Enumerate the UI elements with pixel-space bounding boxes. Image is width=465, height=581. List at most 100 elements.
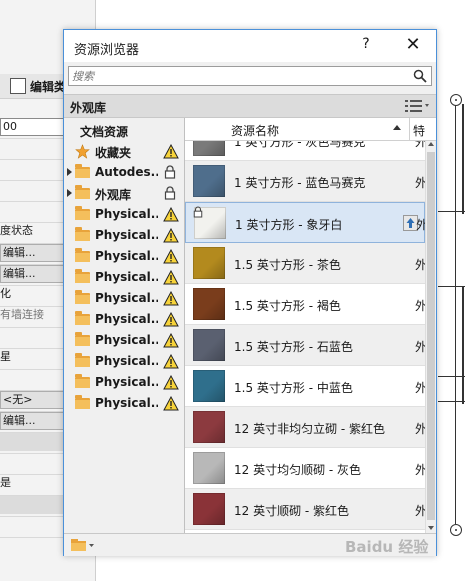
tree-item-label: Physical... <box>95 312 158 326</box>
tree-item[interactable]: Physical... <box>64 330 184 351</box>
lock-icon <box>164 186 176 200</box>
scroll-up-icon[interactable] <box>428 142 434 146</box>
asset-feature: 外 <box>415 381 425 395</box>
material-thumbnail <box>193 493 225 525</box>
asset-row[interactable]: 1.5 英寸方形 - 石蓝色 外 <box>185 325 425 366</box>
asset-feature: 外 <box>415 504 425 518</box>
tree-item-label: Physical... <box>95 228 158 242</box>
tree-header[interactable]: 文档资源 <box>64 120 184 141</box>
asset-name: 12 英寸顺砌 - 紫红色 <box>234 504 350 518</box>
warning-icon <box>163 333 179 348</box>
warning-icon <box>163 291 179 306</box>
material-thumbnail <box>193 411 225 443</box>
asset-table: 资源名称 特 1 英寸方形 - 灰色马赛克外 1 英寸方形 - 蓝色马赛克外 1 英… <box>185 118 436 533</box>
folder-icon <box>75 185 90 199</box>
asset-row[interactable]: 12 英寸非均匀立砌 - 紫红色 外 <box>185 407 425 448</box>
vertical-scrollbar[interactable] <box>425 140 436 533</box>
material-thumbnail <box>193 329 225 361</box>
dialog-title: 资源浏览器 <box>74 43 140 58</box>
asset-row[interactable]: 1 英寸方形 - 蓝色马赛克 外 <box>185 161 425 202</box>
asset-row[interactable]: 1.5 英寸方形 - 褐色 外 <box>185 284 425 325</box>
folder-icon <box>75 248 90 262</box>
lock-icon <box>164 165 176 179</box>
material-thumbnail <box>193 165 225 197</box>
close-button[interactable]: ✕ <box>399 34 427 58</box>
asset-name: 1.5 英寸方形 - 石蓝色 <box>234 340 353 354</box>
material-thumbnail <box>193 247 225 279</box>
search-box[interactable] <box>68 66 432 86</box>
tree-item[interactable]: 外观库 <box>64 183 184 204</box>
tree-item[interactable]: Physical... <box>64 204 184 225</box>
tree-item[interactable]: Physical... <box>64 225 184 246</box>
title-bar[interactable]: 资源浏览器 ? ✕ <box>64 30 436 62</box>
asset-name: 1 英寸方形 - 象牙白 <box>235 218 343 232</box>
asset-feature: 外 <box>415 258 425 272</box>
folder-icon <box>75 374 90 388</box>
asset-feature: 外 <box>415 176 425 190</box>
warning-icon <box>163 270 179 285</box>
star-icon <box>75 144 90 159</box>
library-header: 外观库 <box>64 94 436 118</box>
material-thumbnail <box>193 140 225 156</box>
asset-row[interactable]: 1 英寸方形 - 象牙白 外 <box>185 202 425 243</box>
tree-item-label: 外观库 <box>95 188 132 202</box>
library-tree: 文档资源 收藏夹 Autodes... 外观库 Physical... Physical… <box>64 118 185 533</box>
asset-feature: 外 <box>415 463 425 477</box>
search-icon[interactable] <box>413 69 427 83</box>
tree-item-label: Physical... <box>95 291 158 305</box>
column-header-feature[interactable]: 特 <box>413 122 425 139</box>
tree-item[interactable]: Physical... <box>64 393 184 414</box>
asset-name: 1.5 英寸方形 - 褐色 <box>234 299 341 313</box>
asset-feature: 外 <box>415 299 425 313</box>
warning-icon <box>163 375 179 390</box>
folder-icon <box>75 395 90 409</box>
library-menu-icon[interactable] <box>70 538 96 552</box>
asset-row[interactable]: 12 英寸顺砌 - 紫红色 外 <box>185 489 425 530</box>
folder-icon <box>75 227 90 241</box>
table-header: 资源名称 特 <box>185 118 436 141</box>
expand-arrow-icon[interactable] <box>67 168 72 176</box>
drawing-area <box>438 0 465 581</box>
expand-arrow-icon[interactable] <box>67 189 72 197</box>
tree-item[interactable]: Autodes... <box>64 162 184 183</box>
help-button[interactable]: ? <box>354 36 378 56</box>
grid-bubble-icon <box>450 94 462 106</box>
column-divider[interactable] <box>409 118 410 140</box>
asset-name: 1 英寸方形 - 蓝色马赛克 <box>234 176 366 190</box>
warning-icon <box>163 354 179 369</box>
asset-feature: 外 <box>416 218 425 232</box>
tree-item[interactable]: Physical... <box>64 372 184 393</box>
view-options-icon[interactable] <box>404 98 430 114</box>
scroll-down-icon[interactable] <box>428 526 434 530</box>
tree-item-label: Physical... <box>95 354 158 368</box>
asset-row[interactable]: 1.5 英寸方形 - 中蓝色 外 <box>185 366 425 407</box>
asset-name: 1.5 英寸方形 - 中蓝色 <box>234 381 353 395</box>
asset-browser-dialog: 资源浏览器 ? ✕ 外观库 文档资源 收藏夹 Autodes... 外观库 Physi… <box>63 29 437 556</box>
tree-item[interactable]: Physical... <box>64 351 184 372</box>
asset-name: 12 英寸均匀顺砌 - 灰色 <box>234 463 362 477</box>
tree-item[interactable]: Physical... <box>64 309 184 330</box>
tree-item[interactable]: Physical... <box>64 246 184 267</box>
warning-icon <box>163 144 179 159</box>
folder-icon <box>75 290 90 304</box>
asset-row[interactable]: 12 英寸均匀顺砌 - 灰色 外 <box>185 448 425 489</box>
warning-icon <box>163 312 179 327</box>
material-thumbnail <box>193 370 225 402</box>
tree-item-label: Physical... <box>95 270 158 284</box>
asset-row[interactable]: 1.5 英寸方形 - 茶色 外 <box>185 243 425 284</box>
library-title: 外观库 <box>70 101 107 115</box>
tree-item[interactable]: Physical... <box>64 267 184 288</box>
asset-name: 1 英寸方形 - 灰色马赛克 <box>234 140 366 149</box>
tree-item[interactable]: Physical... <box>64 288 184 309</box>
search-input[interactable] <box>72 68 408 84</box>
warning-icon <box>163 207 179 222</box>
column-header-name[interactable]: 资源名称 <box>231 122 279 139</box>
sort-ascending-icon[interactable] <box>393 125 401 130</box>
asset-row[interactable]: 1 英寸方形 - 灰色马赛克 外 <box>185 140 425 161</box>
tree-item[interactable]: 收藏夹 <box>64 141 184 162</box>
folder-icon <box>75 353 90 367</box>
tree-item-label: Autodes... <box>95 165 158 179</box>
material-thumbnail <box>193 452 225 484</box>
scroll-thumb[interactable] <box>427 152 435 520</box>
tree-header-label: 文档资源 <box>80 125 129 139</box>
